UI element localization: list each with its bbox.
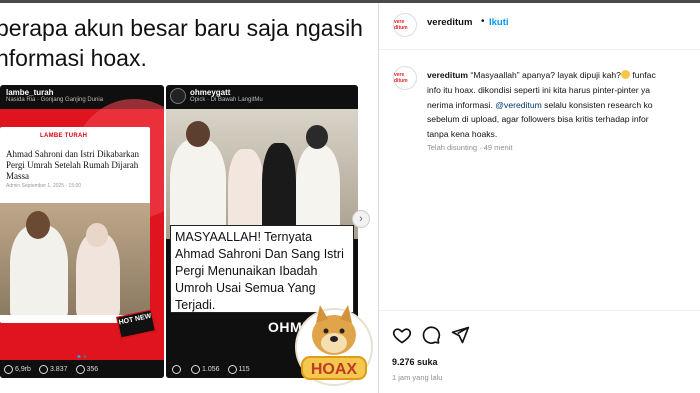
next-slide-button[interactable]: › <box>352 210 370 228</box>
post-actions: 9.276 suka 1 jam yang lalu <box>379 310 700 393</box>
article-card: LAMBE TURAH Ahmad Sahroni dan Istri Dika… <box>0 127 150 323</box>
article-title: Ahmad Sahroni dan Istri Dikabarkan Pergi… <box>6 149 139 181</box>
caption-text: vereditum “Masyaallah” apanya? layak dip… <box>427 68 700 142</box>
embedded-post-lambe-turah: lambe_turah Nasida Ria · Gonjang Ganjing… <box>0 85 164 378</box>
comment-icon <box>191 364 200 374</box>
heart-icon[interactable] <box>392 325 412 345</box>
comments-count-2: 1.056 <box>202 365 220 373</box>
article-photo <box>0 203 150 315</box>
embedded-account-name-2: ohmeygatt <box>190 88 231 97</box>
embedded-stats-bar: 6,9rb 3.837 356 <box>0 360 164 378</box>
media-headline: berapa akun besar baru saja ngasih nform… <box>0 13 376 73</box>
headline-line-2: nformasi hoax. <box>0 45 147 71</box>
post-side-panel: vere ditum vereditum • Ikuti vere ditum … <box>378 3 700 393</box>
reposts-count-2: 115 <box>238 365 250 373</box>
comments-count: 3.837 <box>49 365 68 373</box>
caption-line-1-tail: funfac <box>629 70 656 80</box>
author-avatar[interactable]: vere ditum <box>393 13 417 37</box>
smile-emoji-icon <box>620 70 630 79</box>
article-logo: LAMBE TURAH <box>40 133 88 139</box>
caption-line-1: “Masyaallah” apanya? layak dipuji kah? <box>468 70 621 80</box>
article-meta: Admin September 1, 2025 · 15:00 <box>6 183 82 189</box>
caption-line-5: tanpa kena hoaks. <box>427 129 498 140</box>
post-header: vere ditum vereditum • Ikuti <box>379 3 700 50</box>
caption-line-4: sebelum di upload, agar followers bisa k… <box>427 114 649 125</box>
caption-line-3: nerima informasi. <box>427 99 496 110</box>
embedded-account-bar-2: ohmeygatt Opick · Di Bawah LangitMu <box>166 85 358 109</box>
heart-icon <box>4 364 13 374</box>
caption-line-3-rest: selalu konsisten research ko <box>541 99 653 110</box>
share-icon[interactable] <box>450 325 470 345</box>
likes-count: 6,9rb <box>15 365 31 373</box>
post-media[interactable]: berapa akun besar baru saja ngasih nform… <box>0 3 378 393</box>
reposts-count: 356 <box>86 365 99 373</box>
heart-icon <box>172 364 181 374</box>
separator-dot: • <box>481 16 485 27</box>
hoax-stamp-text: HOAX <box>311 361 358 378</box>
embedded-account-name: lambe_turah <box>6 88 54 97</box>
hoax-doge-sticker: HOAX <box>295 305 373 386</box>
caption-meta: Telah disunting · 49 menit <box>427 143 513 152</box>
comment-icon <box>38 364 48 374</box>
comment-icon[interactable] <box>421 325 441 345</box>
comment-avatar[interactable]: vere ditum <box>393 66 417 90</box>
repost-icon <box>75 364 85 374</box>
likes-count-label[interactable]: 9.276 suka <box>392 357 438 367</box>
caption-comment: vere ditum vereditum “Masyaallah” apanya… <box>379 50 700 310</box>
headline-line-1: berapa akun besar baru saja ngasih <box>0 15 363 41</box>
author-username[interactable]: vereditum <box>427 17 472 28</box>
chevron-right-icon: › <box>359 213 363 225</box>
repost-icon <box>227 364 237 374</box>
carousel-dots <box>77 355 87 358</box>
embedded-account-sub-2: Opick · Di Bawah LangitMu <box>190 97 263 103</box>
caption-username[interactable]: vereditum <box>427 70 468 80</box>
post-time: 1 jam yang lalu <box>392 373 443 382</box>
mention-link[interactable]: @vereditum <box>495 100 541 110</box>
caption-line-2: info itu hoax. dikondisi seperti ini kit… <box>427 84 651 95</box>
follow-button[interactable]: Ikuti <box>489 17 509 28</box>
umrah-photo <box>166 109 358 239</box>
instagram-post-view: berapa akun besar baru saja ngasih nform… <box>0 0 700 393</box>
